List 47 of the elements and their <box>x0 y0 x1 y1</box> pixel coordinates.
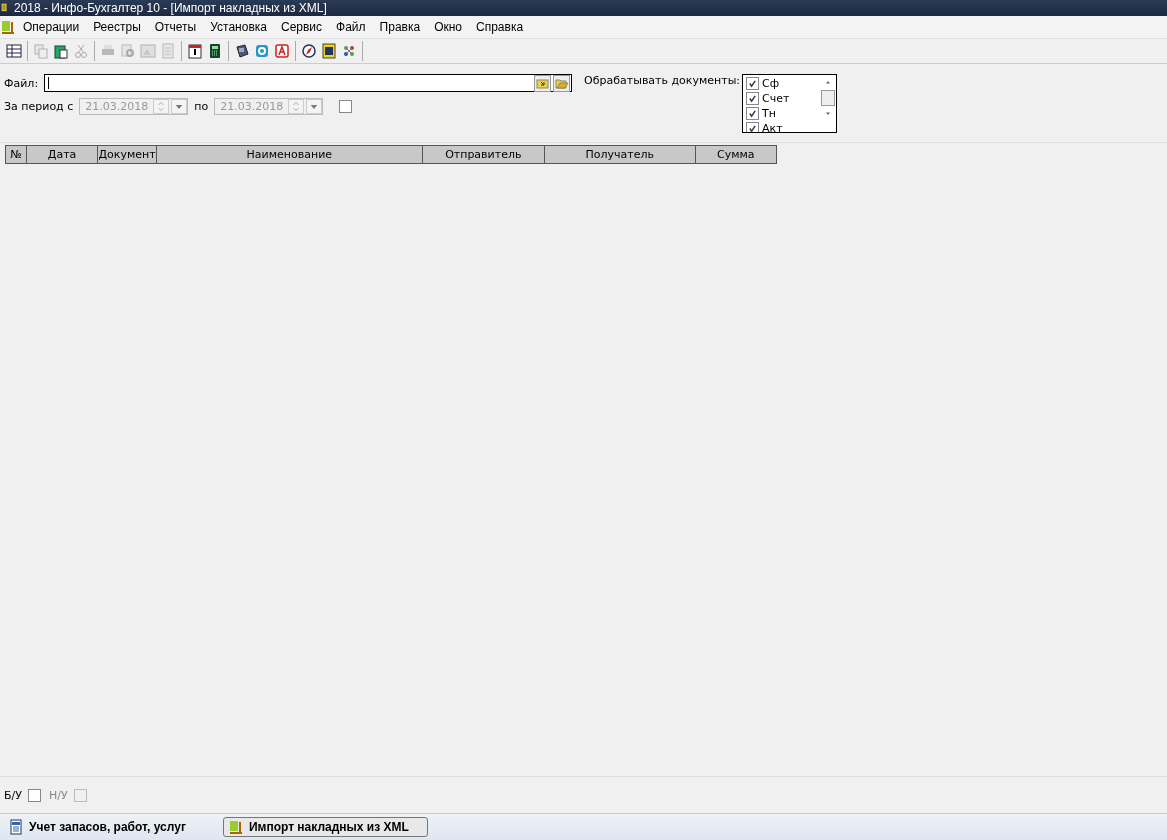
taskbar-button[interactable]: Учет запасов, работ, услуг <box>3 817 205 837</box>
column-header[interactable]: Отправитель <box>422 146 545 163</box>
column-header[interactable]: Дата <box>26 146 99 163</box>
menu-item[interactable]: Операции <box>16 20 87 34</box>
menu-item[interactable]: Сервис <box>273 20 330 34</box>
checkbox[interactable] <box>27 788 41 802</box>
letter-a-icon[interactable] <box>274 43 290 59</box>
menu-item[interactable]: Окно <box>427 20 469 34</box>
column-header[interactable]: № <box>6 146 27 163</box>
list-item-label: Счет <box>762 92 790 105</box>
clipboard-icon[interactable] <box>53 43 69 59</box>
calendar-icon[interactable] <box>187 43 203 59</box>
column-header[interactable]: Получатель <box>544 146 696 163</box>
document-type-list[interactable]: Сф Счет Тн Акт <box>742 74 838 133</box>
field-label: по <box>194 100 209 113</box>
list-item-label: Тн <box>762 107 776 120</box>
menu-item[interactable]: Реестры <box>86 20 148 34</box>
checkbox-label: Б/У <box>4 788 22 802</box>
checkbox[interactable] <box>746 77 760 90</box>
checkbox[interactable] <box>746 122 760 132</box>
checkbox[interactable] <box>746 92 760 105</box>
checkbox-label: Н/У <box>48 788 68 802</box>
column-header[interactable]: Сумма <box>695 146 776 163</box>
document-icon <box>8 819 24 835</box>
column-header[interactable]: Документ <box>98 146 157 163</box>
menu-item[interactable]: Файл <box>329 20 373 34</box>
window-title: 2018 - Инфо-Бухгалтер 10 - [Импорт накладных из XML] <box>14 1 327 15</box>
device-icon[interactable] <box>234 43 250 59</box>
field-label: Обрабатывать документы: <box>584 74 741 89</box>
calculator-icon[interactable] <box>207 43 223 59</box>
column-header[interactable]: Наименование <box>156 146 423 163</box>
menu-item[interactable]: Установка <box>203 20 274 34</box>
app-icon[interactable] <box>0 19 16 35</box>
field-label: Файл: <box>4 76 39 90</box>
field-label: За период с <box>4 100 74 113</box>
compass-icon[interactable] <box>301 43 317 59</box>
list-item-label: Сф <box>762 77 780 90</box>
checkbox[interactable] <box>746 107 760 120</box>
menu-item[interactable]: Справка <box>469 20 531 34</box>
table-icon[interactable] <box>6 43 22 59</box>
app-icon <box>227 819 244 835</box>
scrollbar-thumb[interactable] <box>821 90 836 106</box>
open-folder-icon[interactable] <box>553 74 571 92</box>
menu-item[interactable]: Правка <box>372 20 428 34</box>
taskbar-button[interactable]: Импорт накладных из XML <box>222 817 428 837</box>
menu-item[interactable]: Отчеты <box>147 20 204 34</box>
list-item-label: Акт <box>762 122 783 132</box>
